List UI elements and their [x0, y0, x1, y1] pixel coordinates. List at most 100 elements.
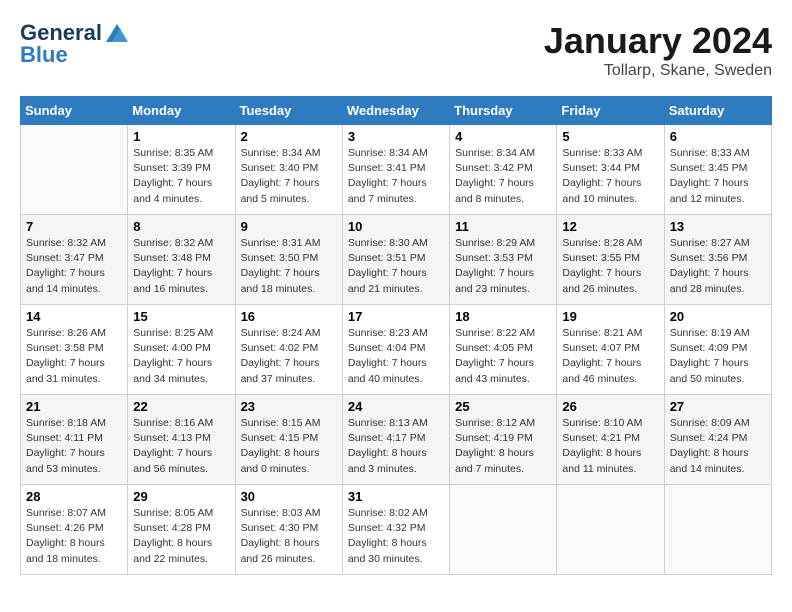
day-info: Sunrise: 8:28 AMSunset: 3:55 PMDaylight:… — [562, 236, 658, 297]
day-info: Sunrise: 8:34 AMSunset: 3:41 PMDaylight:… — [348, 146, 444, 207]
day-info: Sunrise: 8:09 AMSunset: 4:24 PMDaylight:… — [670, 416, 766, 477]
calendar-cell: 1 Sunrise: 8:35 AMSunset: 3:39 PMDaylight… — [128, 125, 235, 215]
calendar-cell: 3 Sunrise: 8:34 AMSunset: 3:41 PMDaylight… — [342, 125, 449, 215]
day-number: 20 — [670, 309, 766, 324]
title-block: January 2024 Tollarp, Skane, Sweden — [544, 20, 772, 80]
calendar-cell: 28 Sunrise: 8:07 AMSunset: 4:26 PMDayligh… — [21, 485, 128, 575]
day-info: Sunrise: 8:30 AMSunset: 3:51 PMDaylight:… — [348, 236, 444, 297]
day-info: Sunrise: 8:10 AMSunset: 4:21 PMDaylight:… — [562, 416, 658, 477]
calendar-cell: 13 Sunrise: 8:27 AMSunset: 3:56 PMDayligh… — [664, 215, 771, 305]
day-info: Sunrise: 8:35 AMSunset: 3:39 PMDaylight:… — [133, 146, 229, 207]
day-number: 11 — [455, 219, 551, 234]
day-number: 7 — [26, 219, 122, 234]
calendar-cell — [450, 485, 557, 575]
day-number: 21 — [26, 399, 122, 414]
calendar-header-row: SundayMondayTuesdayWednesdayThursdayFrid… — [21, 97, 772, 125]
day-number: 17 — [348, 309, 444, 324]
day-info: Sunrise: 8:31 AMSunset: 3:50 PMDaylight:… — [241, 236, 337, 297]
day-number: 15 — [133, 309, 229, 324]
day-number: 10 — [348, 219, 444, 234]
day-number: 3 — [348, 129, 444, 144]
header-day-thursday: Thursday — [450, 97, 557, 125]
day-info: Sunrise: 8:27 AMSunset: 3:56 PMDaylight:… — [670, 236, 766, 297]
page-header: General Blue January 2024 Tollarp, Skane… — [20, 20, 772, 80]
day-info: Sunrise: 8:33 AMSunset: 3:45 PMDaylight:… — [670, 146, 766, 207]
calendar-week-4: 21Sunrise: 8:18 AMSunset: 4:11 PMDayligh… — [21, 395, 772, 485]
day-info: Sunrise: 8:29 AMSunset: 3:53 PMDaylight:… — [455, 236, 551, 297]
calendar-table: SundayMondayTuesdayWednesdayThursdayFrid… — [20, 96, 772, 575]
calendar-cell: 29 Sunrise: 8:05 AMSunset: 4:28 PMDayligh… — [128, 485, 235, 575]
day-number: 12 — [562, 219, 658, 234]
day-number: 23 — [241, 399, 337, 414]
day-info: Sunrise: 8:13 AMSunset: 4:17 PMDaylight:… — [348, 416, 444, 477]
day-number: 4 — [455, 129, 551, 144]
day-number: 5 — [562, 129, 658, 144]
calendar-cell: 5 Sunrise: 8:33 AMSunset: 3:44 PMDaylight… — [557, 125, 664, 215]
day-info: Sunrise: 8:24 AMSunset: 4:02 PMDaylight:… — [241, 326, 337, 387]
day-info: Sunrise: 8:22 AMSunset: 4:05 PMDaylight:… — [455, 326, 551, 387]
calendar-cell: 11 Sunrise: 8:29 AMSunset: 3:53 PMDayligh… — [450, 215, 557, 305]
header-day-saturday: Saturday — [664, 97, 771, 125]
month-title: January 2024 — [544, 20, 772, 62]
day-number: 24 — [348, 399, 444, 414]
day-info: Sunrise: 8:12 AMSunset: 4:19 PMDaylight:… — [455, 416, 551, 477]
calendar-cell: 23Sunrise: 8:15 AMSunset: 4:15 PMDayligh… — [235, 395, 342, 485]
calendar-week-2: 7 Sunrise: 8:32 AMSunset: 3:47 PMDaylight… — [21, 215, 772, 305]
day-number: 1 — [133, 129, 229, 144]
day-info: Sunrise: 8:03 AMSunset: 4:30 PMDaylight:… — [241, 506, 337, 567]
header-day-monday: Monday — [128, 97, 235, 125]
day-number: 29 — [133, 489, 229, 504]
calendar-cell — [557, 485, 664, 575]
calendar-cell: 22 Sunrise: 8:16 AMSunset: 4:13 PMDayligh… — [128, 395, 235, 485]
logo-icon — [106, 24, 128, 42]
calendar-cell: 18 Sunrise: 8:22 AMSunset: 4:05 PMDayligh… — [450, 305, 557, 395]
calendar-cell: 30 Sunrise: 8:03 AMSunset: 4:30 PMDayligh… — [235, 485, 342, 575]
calendar-cell — [21, 125, 128, 215]
header-day-sunday: Sunday — [21, 97, 128, 125]
day-number: 2 — [241, 129, 337, 144]
calendar-cell: 16 Sunrise: 8:24 AMSunset: 4:02 PMDayligh… — [235, 305, 342, 395]
day-info: Sunrise: 8:05 AMSunset: 4:28 PMDaylight:… — [133, 506, 229, 567]
day-number: 26 — [562, 399, 658, 414]
day-info: Sunrise: 8:23 AMSunset: 4:04 PMDaylight:… — [348, 326, 444, 387]
logo-blue: Blue — [20, 42, 68, 68]
day-info: Sunrise: 8:34 AMSunset: 3:42 PMDaylight:… — [455, 146, 551, 207]
day-number: 25 — [455, 399, 551, 414]
calendar-cell: 17 Sunrise: 8:23 AMSunset: 4:04 PMDayligh… — [342, 305, 449, 395]
calendar-cell: 21Sunrise: 8:18 AMSunset: 4:11 PMDayligh… — [21, 395, 128, 485]
day-number: 30 — [241, 489, 337, 504]
calendar-week-1: 1 Sunrise: 8:35 AMSunset: 3:39 PMDaylight… — [21, 125, 772, 215]
day-number: 6 — [670, 129, 766, 144]
day-info: Sunrise: 8:34 AMSunset: 3:40 PMDaylight:… — [241, 146, 337, 207]
day-info: Sunrise: 8:21 AMSunset: 4:07 PMDaylight:… — [562, 326, 658, 387]
calendar-cell: 6 Sunrise: 8:33 AMSunset: 3:45 PMDaylight… — [664, 125, 771, 215]
day-number: 28 — [26, 489, 122, 504]
calendar-cell: 7 Sunrise: 8:32 AMSunset: 3:47 PMDaylight… — [21, 215, 128, 305]
calendar-week-3: 14Sunrise: 8:26 AMSunset: 3:58 PMDayligh… — [21, 305, 772, 395]
day-number: 9 — [241, 219, 337, 234]
day-number: 19 — [562, 309, 658, 324]
day-info: Sunrise: 8:16 AMSunset: 4:13 PMDaylight:… — [133, 416, 229, 477]
day-info: Sunrise: 8:02 AMSunset: 4:32 PMDaylight:… — [348, 506, 444, 567]
calendar-cell: 25 Sunrise: 8:12 AMSunset: 4:19 PMDayligh… — [450, 395, 557, 485]
day-info: Sunrise: 8:33 AMSunset: 3:44 PMDaylight:… — [562, 146, 658, 207]
header-day-friday: Friday — [557, 97, 664, 125]
day-number: 13 — [670, 219, 766, 234]
day-number: 14 — [26, 309, 122, 324]
day-info: Sunrise: 8:25 AMSunset: 4:00 PMDaylight:… — [133, 326, 229, 387]
day-info: Sunrise: 8:07 AMSunset: 4:26 PMDaylight:… — [26, 506, 122, 567]
calendar-cell: 14Sunrise: 8:26 AMSunset: 3:58 PMDayligh… — [21, 305, 128, 395]
calendar-cell: 26 Sunrise: 8:10 AMSunset: 4:21 PMDayligh… — [557, 395, 664, 485]
calendar-week-5: 28 Sunrise: 8:07 AMSunset: 4:26 PMDayligh… — [21, 485, 772, 575]
day-number: 18 — [455, 309, 551, 324]
day-number: 22 — [133, 399, 229, 414]
calendar-cell: 27 Sunrise: 8:09 AMSunset: 4:24 PMDayligh… — [664, 395, 771, 485]
day-number: 8 — [133, 219, 229, 234]
day-info: Sunrise: 8:32 AMSunset: 3:47 PMDaylight:… — [26, 236, 122, 297]
day-number: 16 — [241, 309, 337, 324]
day-number: 27 — [670, 399, 766, 414]
calendar-cell: 9 Sunrise: 8:31 AMSunset: 3:50 PMDaylight… — [235, 215, 342, 305]
calendar-cell — [664, 485, 771, 575]
calendar-cell: 24 Sunrise: 8:13 AMSunset: 4:17 PMDayligh… — [342, 395, 449, 485]
location-title: Tollarp, Skane, Sweden — [544, 62, 772, 80]
